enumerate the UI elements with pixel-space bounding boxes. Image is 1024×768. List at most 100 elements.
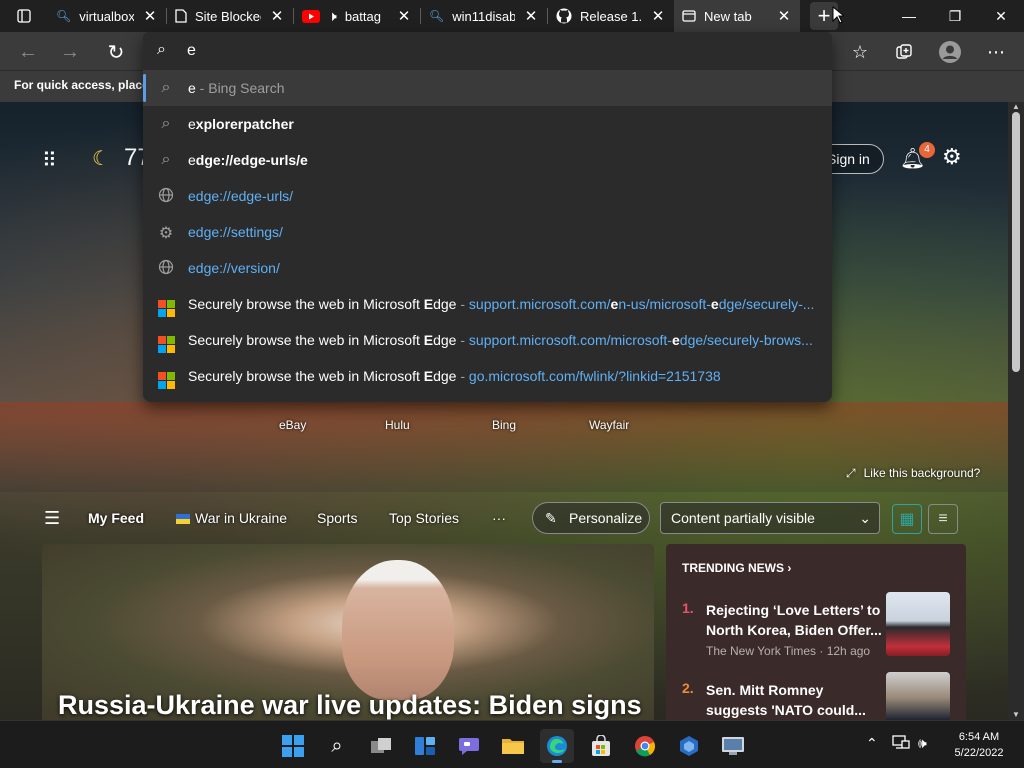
restore-button[interactable]: ❐ — [932, 0, 978, 32]
tab-release[interactable]: Release 1.0 ✕ — [548, 0, 674, 32]
suggestion-item[interactable]: ⌕ explorerpatcher — [143, 106, 832, 142]
tab-virtualbox[interactable]: 🔍︎ virtualbox - ✕ — [48, 0, 166, 32]
ukraine-flag-icon — [176, 514, 190, 524]
edge-button[interactable] — [540, 729, 574, 763]
feed-tab-war-in-ukraine[interactable]: War in Ukraine — [176, 510, 287, 526]
speaker-icon[interactable]: 🕨 — [328, 8, 337, 25]
network-button[interactable] — [892, 735, 910, 754]
suggestion-item[interactable]: ⌕ e - Bing Search — [143, 70, 832, 106]
pencil-icon: ✎ — [545, 510, 557, 526]
chrome-button[interactable] — [628, 729, 662, 763]
tab-close-button[interactable]: ✕ — [142, 7, 158, 25]
globe-icon — [157, 259, 175, 277]
quicklink-wayfair[interactable]: Wayfair — [589, 418, 629, 432]
tab-close-button[interactable]: ✕ — [269, 7, 285, 25]
show-hidden-icons-button[interactable]: ⌃ — [866, 735, 878, 752]
suggestion-item[interactable]: Securely browse the web in Microsoft Edg… — [143, 358, 832, 394]
personalize-button[interactable]: ✎ Personalize — [532, 502, 650, 534]
clock-time: 6:54 AM — [958, 731, 1000, 743]
teams-chat-button[interactable] — [452, 729, 486, 763]
feed-tab-top-stories[interactable]: Top Stories — [389, 510, 459, 526]
suggestion-text-part: E — [423, 332, 434, 348]
suggestion-text-part: e — [188, 152, 196, 168]
quicklink-hulu[interactable]: Hulu — [385, 418, 410, 432]
suggestion-text: Securely browse the web in Microsoft Edg… — [188, 368, 822, 384]
suggestion-item[interactable]: edge://edge-urls/ — [143, 178, 832, 214]
suggestion-item[interactable]: ⌕ edge://edge-urls/e — [143, 142, 832, 178]
list-layout-button[interactable]: ≡ — [928, 504, 958, 534]
tab-actions-button[interactable] — [0, 0, 48, 32]
suggestion-item[interactable]: Securely browse the web in Microsoft Edg… — [143, 322, 832, 358]
page-scrollbar[interactable]: ▲ ▼ — [1008, 102, 1024, 720]
feed-tab-my-feed[interactable]: My Feed — [88, 510, 144, 526]
suggestion-text-part: - — [456, 296, 469, 312]
address-bar: ⌕ — [143, 32, 832, 70]
taskbar-search-button[interactable]: ⌕ — [320, 729, 354, 763]
suggestion-text: edge://settings/ — [188, 224, 822, 240]
suggestion-item[interactable]: Securely browse the web in Microsoft Edg… — [143, 286, 832, 322]
feed-more-button[interactable]: ··· — [492, 510, 506, 526]
tab-win11disab[interactable]: 🔍︎ win11disab ✕ — [421, 0, 547, 32]
forward-button[interactable]: → — [54, 36, 86, 68]
quicklink-bing[interactable]: Bing — [492, 418, 516, 432]
chrome-icon — [635, 736, 655, 757]
app-launcher-button[interactable]: ⠿ — [42, 148, 57, 173]
task-view-button[interactable] — [364, 729, 398, 763]
scroll-down-arrow-icon[interactable]: ▼ — [1008, 710, 1024, 720]
content-visibility-dropdown[interactable]: Content partially visible ⌄ — [660, 502, 880, 534]
hero-photo — [342, 560, 454, 700]
collections-button[interactable] — [888, 36, 920, 68]
like-background-link[interactable]: ⤢ Like this background? — [846, 466, 980, 481]
widgets-icon — [415, 737, 435, 755]
scroll-up-arrow-icon[interactable]: ▲ — [1008, 102, 1024, 112]
volume-button[interactable]: 🕪 — [918, 735, 927, 752]
close-window-button[interactable]: ✕ — [978, 0, 1024, 32]
suggestion-text: edge://edge-urls/e — [188, 152, 822, 168]
widgets-button[interactable] — [408, 729, 442, 763]
grid-layout-button[interactable]: ▦ — [892, 504, 922, 534]
scrollbar-thumb[interactable] — [1012, 112, 1020, 372]
suggestion-text-part: go.microsoft.com/fwlink/?linkid=2151738 — [468, 368, 721, 384]
profile-button[interactable] — [934, 36, 966, 68]
settings-more-button[interactable]: ⋯ — [980, 36, 1012, 68]
tab-site-blocked[interactable]: Site Blocked ✕ — [167, 0, 293, 32]
windows-taskbar: ⌕ ⌃ 🕪 6:54 AM 5/22/2022 — [0, 720, 1024, 768]
favorites-button[interactable]: ☆ — [844, 36, 876, 68]
microsoft-logo-icon — [157, 331, 175, 353]
grid-icon: ▦ — [899, 511, 915, 528]
trending-rank: 1. — [682, 600, 694, 616]
control-panel-button[interactable] — [716, 729, 750, 763]
trending-header[interactable]: TRENDING NEWS › — [682, 561, 791, 575]
back-button[interactable]: ← — [12, 36, 44, 68]
tab-close-button[interactable]: ✕ — [776, 7, 792, 25]
feed-menu-button[interactable]: ☰ — [44, 508, 60, 529]
store-button[interactable] — [584, 729, 618, 763]
network-icon — [892, 735, 910, 749]
taskbar-clock[interactable]: 6:54 AM 5/22/2022 — [944, 729, 1014, 761]
minimize-button[interactable]: — — [886, 0, 932, 32]
page-settings-button[interactable]: ⚙ — [942, 144, 962, 170]
suggestion-text-part: e — [710, 296, 719, 312]
virtualbox-button[interactable] — [672, 729, 706, 763]
refresh-button[interactable]: ↻ — [100, 36, 132, 68]
suggestion-item[interactable]: edge://version/ — [143, 250, 832, 286]
file-explorer-button[interactable] — [496, 729, 530, 763]
tab-close-button[interactable]: ✕ — [523, 7, 539, 25]
address-input[interactable] — [187, 38, 807, 64]
hero-news-card[interactable]: Russia-Ukraine war live updates: Biden s… — [42, 544, 654, 720]
store-icon — [592, 735, 610, 756]
back-arrow-icon: ← — [18, 40, 38, 63]
tab-new-tab[interactable]: New tab ✕ — [674, 0, 800, 32]
suggestion-text-part: dge/securely-... — [718, 296, 815, 312]
feed-tab-sports[interactable]: Sports — [317, 510, 357, 526]
tab-close-button[interactable]: ✕ — [396, 7, 412, 25]
newtab-icon — [682, 10, 696, 22]
tab-battag[interactable]: 🕨 battag ✕ — [294, 0, 420, 32]
start-button[interactable] — [276, 729, 310, 763]
suggestion-item[interactable]: ⚙ edge://settings/ — [143, 214, 832, 250]
tab-close-button[interactable]: ✕ — [650, 7, 666, 25]
search-icon: ⌕ — [161, 115, 171, 132]
grid-dots-icon: ⠿ — [42, 150, 57, 172]
quicklink-ebay[interactable]: eBay — [279, 418, 306, 432]
suggestion-text: Securely browse the web in Microsoft Edg… — [188, 332, 822, 348]
